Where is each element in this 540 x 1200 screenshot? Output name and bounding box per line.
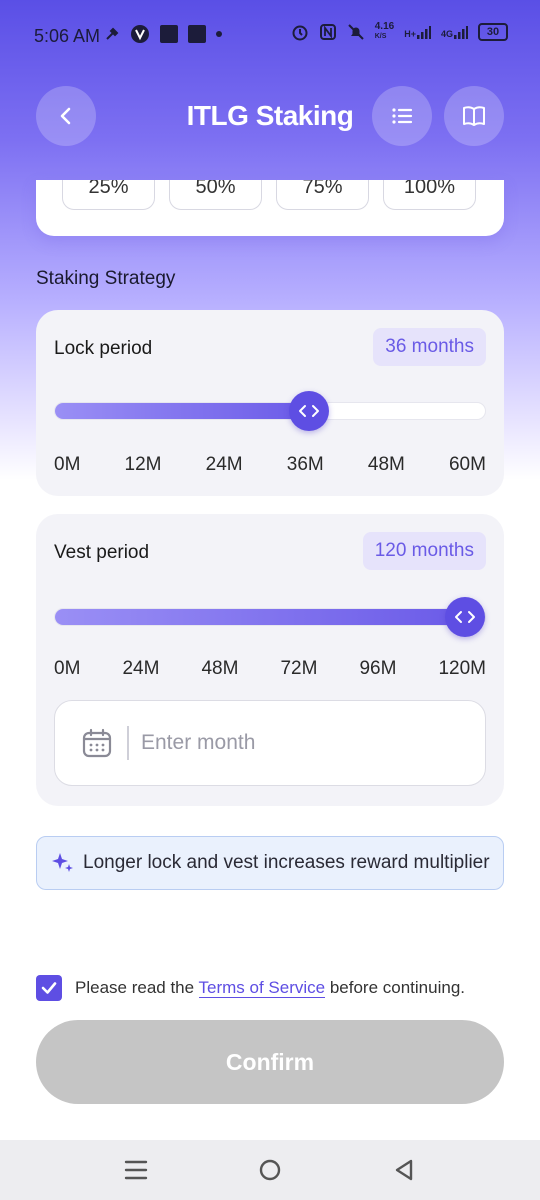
- signal-4g: 4G: [441, 25, 468, 39]
- reward-info-text: Longer lock and vest increases reward mu…: [83, 852, 490, 873]
- notification-square-icon: [160, 25, 178, 43]
- system-nav-bar: [0, 1140, 540, 1200]
- vest-period-slider-track[interactable]: [54, 597, 486, 637]
- percent-chip-50[interactable]: 50%: [169, 180, 262, 210]
- checkmark-icon: [41, 982, 57, 994]
- vest-period-slider-fill: [55, 609, 465, 625]
- month-input[interactable]: [141, 731, 441, 755]
- notification-square-icon: [188, 25, 206, 43]
- app-header: ITLG Staking: [0, 86, 540, 146]
- tick-label: 36M: [286, 454, 324, 475]
- percent-chip-75[interactable]: 75%: [276, 180, 369, 210]
- tick-label: 60M: [448, 454, 486, 475]
- home-icon[interactable]: [258, 1158, 282, 1182]
- signal-bars-icon: [416, 26, 431, 39]
- input-divider: [127, 726, 129, 760]
- vest-period-ticks: 0M 24M 48M 72M 96M 120M: [54, 658, 486, 680]
- mute-bell-icon: [348, 24, 364, 40]
- calendar-icon: [81, 727, 113, 759]
- signal-bars-icon: [454, 26, 468, 39]
- chevrons-left-right-icon: [455, 611, 475, 623]
- more-notifications-dot-icon: [216, 31, 222, 37]
- status-time: 5:06 AM: [34, 26, 101, 46]
- battery-icon: 30: [478, 23, 508, 41]
- back-triangle-icon[interactable]: [392, 1158, 416, 1182]
- amount-card: 25% 50% 75% 100%: [36, 180, 504, 236]
- tick-label: 12M: [124, 454, 162, 475]
- confirm-button[interactable]: Confirm: [36, 1020, 504, 1104]
- lock-period-label: Lock period: [54, 338, 153, 359]
- tick-label: 48M: [201, 658, 239, 679]
- net-speed: 4.16 K/S: [374, 21, 395, 41]
- tick-label: 72M: [280, 658, 318, 679]
- terms-text: Please read the Terms of Service before …: [75, 978, 465, 998]
- tick-label: 24M: [122, 658, 160, 679]
- alarm-icon: [292, 25, 308, 41]
- tool-icon: [106, 27, 119, 40]
- recent-apps-icon[interactable]: [124, 1158, 148, 1182]
- tick-label: 120M: [438, 658, 486, 679]
- status-notification-icons: [104, 24, 222, 44]
- lock-period-slider-track[interactable]: [54, 391, 486, 431]
- month-input-field[interactable]: [54, 700, 486, 786]
- terms-of-service-link[interactable]: Terms of Service: [198, 978, 326, 998]
- vest-period-label: Vest period: [54, 542, 150, 563]
- guide-button[interactable]: [444, 86, 504, 146]
- book-icon: [463, 106, 485, 126]
- reward-info-banner: Longer lock and vest increases reward mu…: [36, 836, 504, 890]
- lock-period-ticks: 0M 12M 24M 36M 48M 60M: [54, 454, 486, 476]
- history-list-button[interactable]: [372, 86, 432, 146]
- terms-checkbox[interactable]: [36, 975, 62, 1001]
- chevrons-left-right-icon: [299, 405, 319, 417]
- vest-period-slider-thumb[interactable]: [445, 597, 485, 637]
- lock-period-card: Lock period 36 months 0M 12M 24M 36M 48M…: [36, 310, 504, 496]
- status-system-icons: 4.16 K/S H+ 4G 30: [291, 22, 508, 42]
- signal-hplus: H+: [404, 25, 431, 39]
- tick-label: 48M: [367, 454, 405, 475]
- tick-label: 0M: [54, 454, 81, 475]
- section-title: Staking Strategy: [36, 268, 176, 289]
- nfc-icon: [319, 24, 336, 40]
- tick-label: 0M: [54, 658, 81, 679]
- sparkle-icon: [52, 853, 73, 872]
- lock-period-slider-fill: [55, 403, 309, 419]
- status-bar: 5:06 AM 4.16 K/S H+ 4G 30: [0, 0, 540, 72]
- vest-period-value-badge: 120 months: [362, 532, 486, 570]
- tick-label: 24M: [205, 454, 243, 475]
- percent-chip-100[interactable]: 100%: [383, 180, 476, 210]
- percentage-chips: 25% 50% 75% 100%: [62, 180, 476, 210]
- app-badge-icon: [131, 25, 149, 43]
- lock-period-value-badge: 36 months: [373, 328, 486, 366]
- vest-period-card: Vest period 120 months 0M 24M 48M 72M 96…: [36, 514, 504, 806]
- lock-period-slider-thumb[interactable]: [289, 391, 329, 431]
- list-icon: [392, 108, 413, 124]
- tick-label: 96M: [359, 658, 397, 679]
- terms-row: Please read the Terms of Service before …: [36, 975, 465, 1001]
- percent-chip-25[interactable]: 25%: [62, 180, 155, 210]
